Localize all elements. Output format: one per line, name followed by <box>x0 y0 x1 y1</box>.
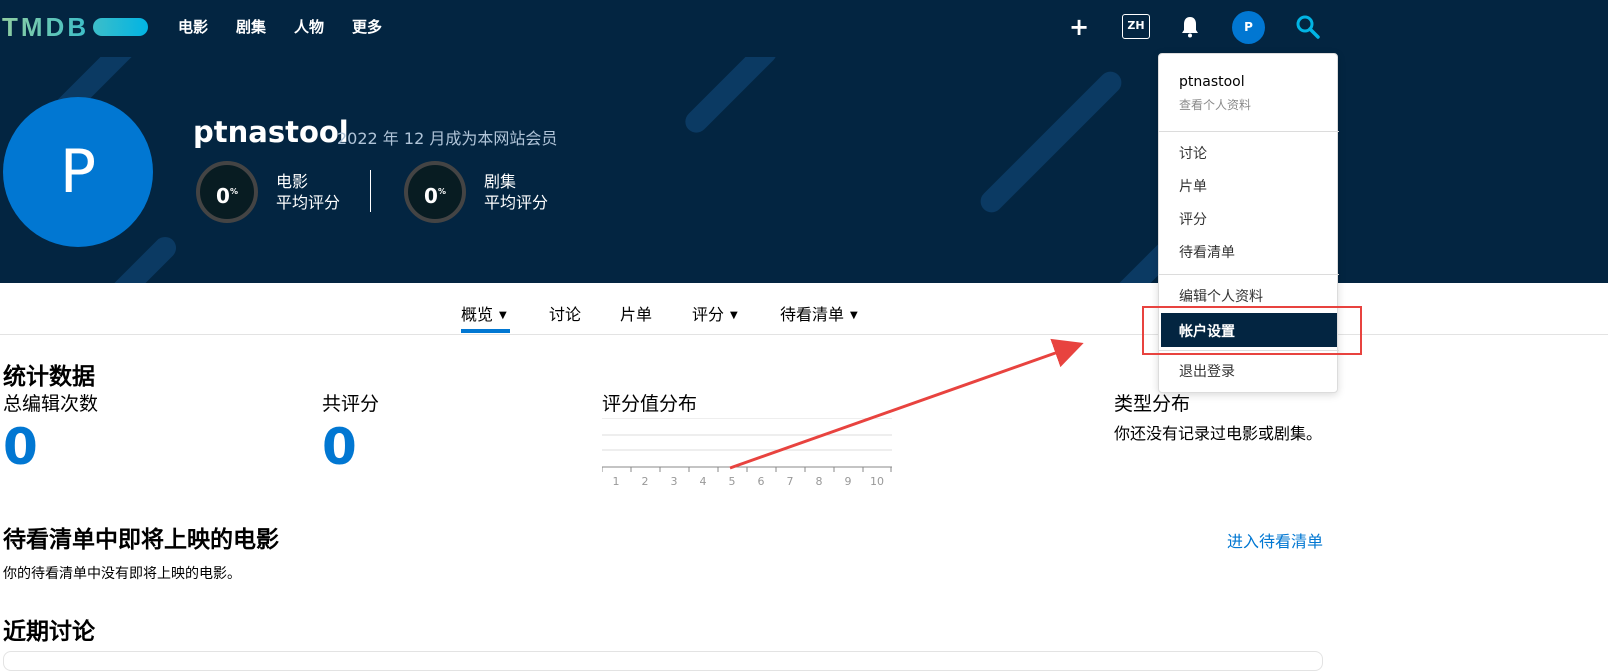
main-nav: 电影 剧集 人物 更多 <box>178 16 410 37</box>
stats-title: 统计数据 <box>3 364 95 390</box>
tv-avg-label: 平均评分 <box>484 193 549 212</box>
dropdown-username[interactable]: ptnastool <box>1179 74 1245 90</box>
tv-score-ring: 0% <box>404 161 466 223</box>
tab-lists-label: 片单 <box>620 305 653 324</box>
genre-empty-text: 你还没有记录过电影或剧集。 <box>1114 424 1323 443</box>
annotation-highlight-box <box>1142 306 1362 355</box>
menu-edit-profile[interactable]: 编辑个人资料 <box>1179 286 1263 306</box>
tv-score-unit: % <box>437 187 446 196</box>
menu-logout[interactable]: 退出登录 <box>1179 361 1235 381</box>
profile-tabs: 概览 ▼ 讨论 片单 评分 ▼ 待看清单 ▼ <box>0 283 1608 335</box>
nav-people[interactable]: 人物 <box>294 16 324 37</box>
total-edits-value: 0 <box>3 418 38 476</box>
tab-discussions-label: 讨论 <box>549 305 582 324</box>
movie-label: 电影 <box>276 172 309 191</box>
decor-stripe <box>680 57 782 138</box>
active-tab-indicator <box>461 329 510 333</box>
go-to-watchlist-link[interactable]: 进入待看清单 <box>1227 528 1323 552</box>
menu-ratings[interactable]: 评分 <box>1179 209 1207 229</box>
view-profile-link[interactable]: 查看个人资料 <box>1179 96 1251 113</box>
tab-ratings[interactable]: 评分 ▼ <box>692 301 738 325</box>
caret-down-icon: ▼ <box>499 310 507 321</box>
dropdown-divider <box>1159 274 1339 275</box>
rating-distribution-chart: 1 2 3 4 5 6 7 8 9 10 <box>602 418 892 488</box>
tab-lists[interactable]: 片单 <box>620 301 652 325</box>
tab-watchlist-label: 待看清单 <box>780 305 845 324</box>
tv-label: 剧集 <box>484 172 517 191</box>
logo-pill <box>93 18 149 36</box>
tab-ratings-label: 评分 <box>692 305 725 324</box>
nav-tv[interactable]: 剧集 <box>236 16 266 37</box>
menu-lists[interactable]: 片单 <box>1179 176 1207 196</box>
rating-tick-label: 2 <box>642 475 649 488</box>
rating-dist-label: 评分值分布 <box>602 393 698 415</box>
menu-discussions[interactable]: 讨论 <box>1179 143 1207 163</box>
score-divider <box>370 170 371 212</box>
profile-header: P ptnastool 2022 年 12 月成为本网站会员 0% 电影 平均评… <box>0 57 1608 283</box>
tab-overview-label: 概览 <box>461 305 494 324</box>
dropdown-divider <box>1159 131 1339 132</box>
rating-tick-label: 3 <box>671 475 678 488</box>
tab-watchlist[interactable]: 待看清单 ▼ <box>780 301 858 325</box>
logo-text: TMDB <box>2 11 90 42</box>
total-ratings-label: 共评分 <box>322 393 380 415</box>
rating-tick-label: 10 <box>870 475 884 488</box>
rating-tick-label: 4 <box>700 475 707 488</box>
tab-overview[interactable]: 概览 ▼ <box>461 301 507 325</box>
movie-score-label: 电影 平均评分 <box>276 171 340 213</box>
rating-tick-label: 1 <box>613 475 620 488</box>
plus-icon[interactable]: + <box>1069 15 1089 39</box>
bell-icon[interactable] <box>1180 15 1200 39</box>
language-button[interactable]: ZH <box>1122 14 1150 39</box>
movie-score-value: 0 <box>216 184 230 208</box>
profile-username: ptnastool <box>193 115 349 149</box>
tab-discussions[interactable]: 讨论 <box>549 301 581 325</box>
decor-stripe <box>101 232 181 283</box>
movie-score-ring: 0% <box>196 161 258 223</box>
genre-dist-label: 类型分布 <box>1114 393 1191 415</box>
nav-movies[interactable]: 电影 <box>178 16 208 37</box>
nav-more[interactable]: 更多 <box>352 16 382 37</box>
search-icon[interactable] <box>1295 14 1321 40</box>
watchlist-empty-text: 你的待看清单中没有即将上映的电影。 <box>3 566 241 582</box>
tv-score-label: 剧集 平均评分 <box>484 171 548 213</box>
movie-score-unit: % <box>229 187 238 196</box>
profile-avatar[interactable]: P <box>3 97 153 247</box>
member-since: 2022 年 12 月成为本网站会员 <box>337 129 558 148</box>
user-avatar-button[interactable]: P <box>1232 11 1265 44</box>
rating-tick-label: 5 <box>729 475 736 488</box>
total-ratings-value: 0 <box>322 418 357 476</box>
caret-down-icon: ▼ <box>850 310 858 321</box>
rating-tick-label: 7 <box>787 475 794 488</box>
rating-tick-label: 6 <box>758 475 765 488</box>
top-nav: TMDB 电影 剧集 人物 更多 + ZH P <box>0 0 1608 57</box>
discussions-box <box>3 651 1323 671</box>
decor-stripe <box>976 67 1126 217</box>
tmdb-logo[interactable]: TMDB <box>2 11 149 43</box>
rating-tick-label: 8 <box>816 475 823 488</box>
movie-avg-label: 平均评分 <box>276 193 341 212</box>
total-edits-label: 总编辑次数 <box>3 393 99 415</box>
menu-watchlist[interactable]: 待看清单 <box>1179 242 1235 262</box>
watchlist-title: 待看清单中即将上映的电影 <box>3 527 279 553</box>
tv-score-value: 0 <box>424 184 438 208</box>
caret-down-icon: ▼ <box>730 310 738 321</box>
rating-tick-label: 9 <box>845 475 852 488</box>
discussions-title: 近期讨论 <box>3 619 95 645</box>
